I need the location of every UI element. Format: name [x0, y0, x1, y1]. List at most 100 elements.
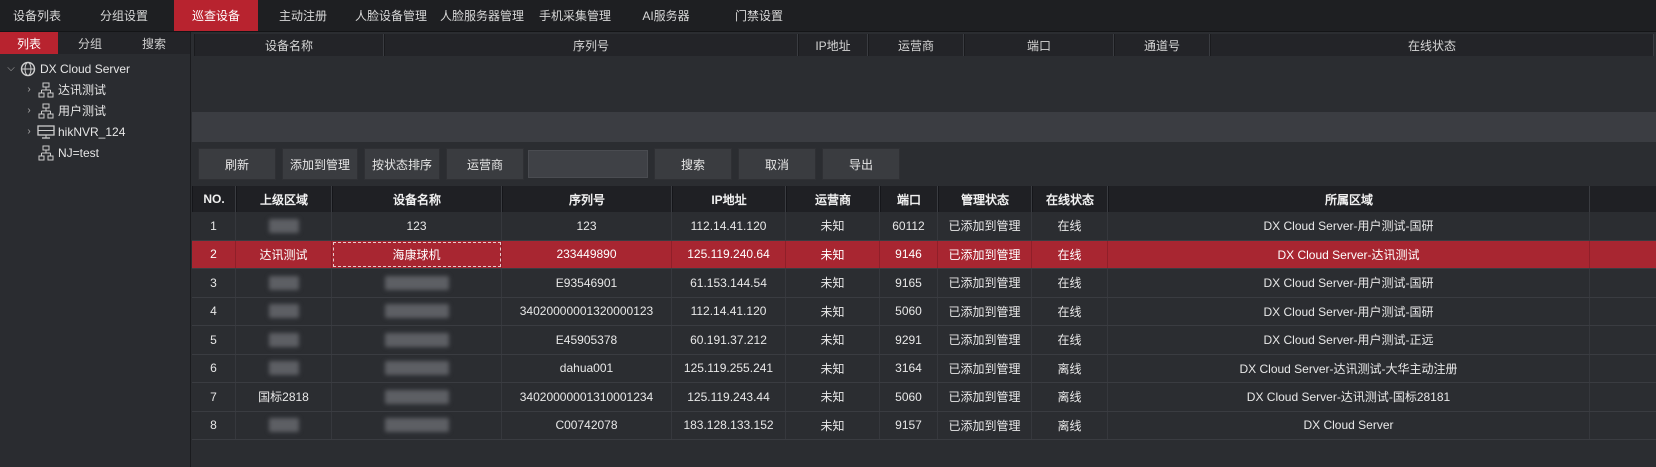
col-port[interactable]: 端口	[880, 186, 938, 212]
cell-port: 5060	[880, 383, 938, 411]
tab-active-register[interactable]: 主动注册	[258, 0, 348, 31]
search-button[interactable]: 搜索	[654, 148, 732, 180]
col-port[interactable]: 端口	[964, 34, 1114, 56]
org-icon	[36, 82, 56, 98]
tab-list[interactable]: 列表	[0, 32, 58, 54]
tab-group[interactable]: 分组	[58, 32, 122, 54]
tree-item-hiknvr[interactable]: › hikNVR_124	[0, 121, 190, 142]
tree-item-dx-test[interactable]: › 达讯测试	[0, 79, 190, 100]
cell-serial: E93546901	[502, 269, 672, 297]
col-no[interactable]: NO.	[192, 186, 236, 212]
cell-no: 3	[192, 269, 236, 297]
redacted-text	[268, 275, 299, 290]
cell-manage-status: 已添加到管理	[938, 240, 1032, 268]
tab-group-settings[interactable]: 分组设置	[74, 0, 174, 31]
col-region[interactable]: 所属区域	[1108, 186, 1590, 212]
cell-no: 8	[192, 411, 236, 439]
table-row[interactable]: 8 C00742078 183.128.133.152 未知 9157 已添加到管理 离线 D…	[192, 411, 1656, 440]
col-carrier[interactable]: 运营商	[868, 34, 964, 56]
tab-mobile-capture[interactable]: 手机采集管理	[530, 0, 620, 31]
col-manage-status[interactable]: 管理状态	[938, 186, 1032, 212]
globe-icon	[18, 61, 38, 77]
cell-parent-region	[236, 297, 332, 325]
cell-region: DX Cloud Server-用户测试-正远	[1108, 326, 1590, 354]
table-row[interactable]: 1 123 123 112.14.41.120 未知 60112 已添加到管理 在线 DX Cl…	[192, 212, 1656, 241]
col-device-name[interactable]: 设备名称	[332, 186, 502, 212]
tab-access-control[interactable]: 门禁设置	[712, 0, 806, 31]
chevron-right-icon[interactable]: ›	[22, 84, 36, 95]
cell-device-name	[332, 297, 502, 325]
tab-face-server-manage[interactable]: 人脸服务器管理	[434, 0, 530, 31]
panel-divider[interactable]	[192, 112, 1656, 142]
redacted-text	[268, 361, 299, 376]
tab-ai-server[interactable]: AI服务器	[620, 0, 712, 31]
cell-ip: 183.128.133.152	[672, 411, 786, 439]
top-nav: 设备列表 分组设置 巡查设备 主动注册 人脸设备管理 人脸服务器管理 手机采集管…	[0, 0, 1656, 32]
tree-item-user-test[interactable]: › 用户测试	[0, 100, 190, 121]
search-input[interactable]	[528, 150, 648, 178]
tree-root[interactable]: ⌵ DX Cloud Server	[0, 58, 190, 79]
table-row[interactable]: 5 E45905378 60.191.37.212 未知 9291 已添加到管理 在线 DX …	[192, 326, 1656, 355]
cell-no: 4	[192, 297, 236, 325]
grid-header: NO. 上级区域 设备名称 序列号 IP地址 运营商 端口 管理状态 在线状态 …	[192, 186, 1656, 212]
col-parent-region[interactable]: 上级区域	[236, 186, 332, 212]
col-carrier[interactable]: 运营商	[786, 186, 880, 212]
redacted-text	[384, 332, 449, 347]
carrier-button[interactable]: 运营商	[446, 148, 524, 180]
table-row[interactable]: 7 国标2818 34020000001310001234 125.119.243.4…	[192, 383, 1656, 412]
sort-by-status-button[interactable]: 按状态排序	[364, 148, 440, 180]
col-channel[interactable]: 通道号	[1114, 34, 1210, 56]
export-button[interactable]: 导出	[822, 148, 900, 180]
col-online-status[interactable]: 在线状态	[1032, 186, 1108, 212]
table-row[interactable]: 6 dahua001 125.119.255.241 未知 3164 已添加到管理 离线 DX…	[192, 354, 1656, 383]
cell-parent-region	[236, 354, 332, 382]
cell-serial: E45905378	[502, 326, 672, 354]
cell-carrier: 未知	[786, 269, 880, 297]
cell-online-status: 离线	[1032, 383, 1108, 411]
refresh-button[interactable]: 刷新	[198, 148, 276, 180]
cell-serial: 233449890	[502, 240, 672, 268]
cell-serial: 123	[502, 212, 672, 240]
col-ip[interactable]: IP地址	[798, 34, 868, 56]
cell-carrier: 未知	[786, 297, 880, 325]
col-online-status[interactable]: 在线状态	[1210, 34, 1654, 56]
table-row[interactable]: 3 E93546901 61.153.144.54 未知 9165 已添加到管理 在线 DX …	[192, 269, 1656, 298]
tree-item-nj-test[interactable]: NJ=test	[0, 142, 190, 163]
tab-patrol-devices[interactable]: 巡查设备	[174, 0, 258, 31]
chevron-right-icon[interactable]: ›	[22, 105, 36, 116]
cancel-button[interactable]: 取消	[738, 148, 816, 180]
tree-item-label: 用户测试	[58, 104, 107, 118]
redacted-text	[384, 304, 449, 319]
col-ip[interactable]: IP地址	[672, 186, 786, 212]
cell-device-name	[332, 383, 502, 411]
tab-search[interactable]: 搜索	[122, 32, 186, 54]
cell-device-name	[332, 411, 502, 439]
cell-no: 5	[192, 326, 236, 354]
cell-online-status: 在线	[1032, 240, 1108, 268]
cell-port: 9165	[880, 269, 938, 297]
org-icon	[36, 145, 56, 161]
table-row[interactable]: 4 34020000001320000123 112.14.41.120 未知 5060…	[192, 297, 1656, 326]
left-panel: 列表 分组 搜索 ⌵ DX Cloud Server › 达讯测试 › 用户测试	[0, 32, 191, 467]
cell-no: 6	[192, 354, 236, 382]
col-serial[interactable]: 序列号	[384, 34, 798, 56]
tab-face-device-manage[interactable]: 人脸设备管理	[348, 0, 434, 31]
cell-online-status: 在线	[1032, 297, 1108, 325]
cell-region: DX Cloud Server-用户测试-国研	[1108, 297, 1590, 325]
cell-ip: 112.14.41.120	[672, 212, 786, 240]
cell-online-status: 在线	[1032, 326, 1108, 354]
add-to-manage-button[interactable]: 添加到管理	[282, 148, 358, 180]
col-device-name[interactable]: 设备名称	[194, 34, 384, 56]
chevron-right-icon[interactable]: ›	[22, 126, 36, 137]
table-row[interactable]: 2 达讯测试 海康球机 233449890 125.119.240.64 未知 9146 已添…	[192, 240, 1656, 269]
cell-carrier: 未知	[786, 383, 880, 411]
col-serial[interactable]: 序列号	[502, 186, 672, 212]
cell-carrier: 未知	[786, 326, 880, 354]
cell-serial: 34020000001320000123	[502, 297, 672, 325]
tab-device-list[interactable]: 设备列表	[0, 0, 74, 31]
cell-region: DX Cloud Server-用户测试-国研	[1108, 269, 1590, 297]
cell-region: DX Cloud Server-达讯测试-大华主动注册	[1108, 354, 1590, 382]
cell-region: DX Cloud Server-用户测试-国研	[1108, 212, 1590, 240]
chevron-down-icon[interactable]: ⌵	[4, 63, 18, 74]
device-grid: NO. 上级区域 设备名称 序列号 IP地址 运营商 端口 管理状态 在线状态 …	[192, 186, 1656, 440]
